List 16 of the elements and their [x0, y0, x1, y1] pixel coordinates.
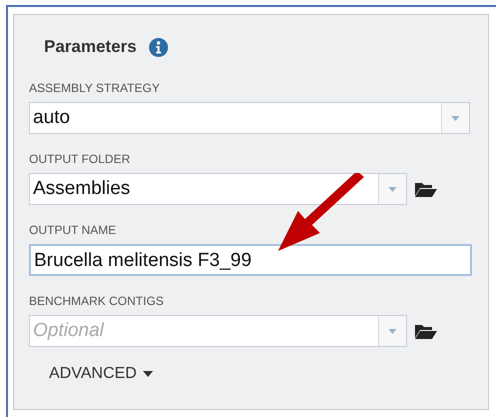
- dropdown-field[interactable]: Assemblies: [29, 173, 407, 205]
- caret-icon: [388, 328, 397, 334]
- caret-icon: [388, 186, 397, 192]
- field-label: BENCHMARK CONTIGS: [29, 294, 165, 308]
- caret-icon: [451, 116, 460, 120]
- dropdown-field[interactable]: auto: [29, 102, 470, 134]
- folder-icon[interactable]: [415, 181, 437, 197]
- field-label: OUTPUT NAME: [29, 223, 118, 237]
- field-label: OUTPUT FOLDER: [29, 152, 132, 166]
- input-field[interactable]: Brucella melitensis F3_99: [29, 244, 472, 276]
- folder-icon[interactable]: [415, 323, 437, 339]
- info-icon[interactable]: [148, 38, 168, 56]
- advanced-toggle[interactable]: ADVANCED: [49, 365, 153, 383]
- field-label: ASSEMBLY STRATEGY: [29, 81, 161, 95]
- caret-icon: [142, 371, 153, 377]
- panel-title: Parameters: [44, 37, 137, 57]
